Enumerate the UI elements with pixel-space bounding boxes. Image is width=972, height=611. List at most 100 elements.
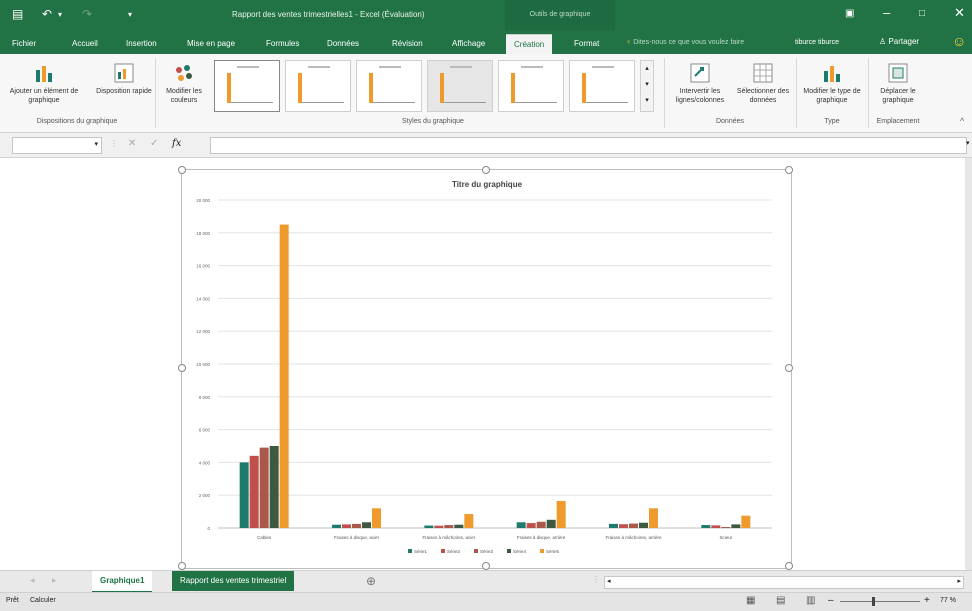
bar[interactable] [701,525,711,528]
bar[interactable] [444,525,454,528]
tab-file[interactable]: Fichier [12,39,36,48]
bar[interactable] [721,527,731,528]
bar[interactable] [731,524,741,528]
resize-handle[interactable] [178,364,186,372]
chart-title[interactable]: Titre du graphique [452,180,523,189]
change-chart-type-button[interactable]: Modifier le type de graphique [800,62,864,105]
bar[interactable] [741,515,751,528]
bar[interactable] [269,446,279,528]
bar[interactable] [609,523,618,528]
maximize-icon[interactable]: □ [919,8,925,19]
page-layout-view-icon[interactable]: ▤ [776,595,785,606]
close-icon[interactable]: ✕ [954,5,965,21]
change-colors-button[interactable]: Modifier les couleurs [158,62,210,105]
scroll-left-icon[interactable]: ◂ [30,575,35,586]
insert-function-icon[interactable]: fx [172,138,181,149]
normal-view-icon[interactable]: ▦ [746,595,755,606]
styles-gallery-scroll[interactable]: ▴ ▾ ▾ [640,60,654,112]
tab-view[interactable]: Affichage [452,39,485,48]
bar[interactable] [259,447,269,528]
bar[interactable] [619,524,628,528]
resize-handle[interactable] [785,562,793,570]
chart-style-5[interactable] [498,60,564,112]
bar[interactable] [352,523,361,528]
bar[interactable] [556,500,566,528]
bar[interactable] [362,522,371,528]
expand-formula-icon[interactable]: ▾ [966,139,970,147]
namebox-dropdown-icon[interactable]: ▾ [94,140,98,148]
chart-style-2[interactable] [285,60,351,112]
share-button[interactable]: ♙ Partager [875,35,923,48]
vertical-scrollbar[interactable] [965,158,972,570]
undo-icon[interactable]: ↶ [42,7,52,21]
move-chart-button[interactable]: Déplacer le graphique [872,62,924,105]
tab-home[interactable]: Accueil [72,39,98,48]
bar[interactable] [279,224,289,528]
bar[interactable] [649,508,658,528]
customize-qat-icon[interactable]: ▾ [128,10,132,19]
bar[interactable] [424,525,434,528]
formula-input[interactable] [210,137,967,154]
chart-style-6[interactable] [569,60,635,112]
page-break-view-icon[interactable]: ▥ [806,595,815,606]
hscroll-right-icon[interactable]: ▸ [957,577,961,585]
bar[interactable] [516,522,526,528]
ribbon-display-icon[interactable]: ▣ [845,8,854,19]
resize-handle[interactable] [178,562,186,570]
scroll-right-icon[interactable]: ▸ [52,575,57,586]
resize-handle[interactable] [785,166,793,174]
quick-layout-button[interactable]: Disposition rapide [96,62,152,96]
select-data-button[interactable]: Sélectionner des données [734,62,792,105]
legend-label[interactable]: Série4 [513,549,527,554]
bar[interactable] [536,521,546,528]
tab-split-icon[interactable]: ⋮ [592,575,600,584]
undo-dropdown-icon[interactable]: ▾ [58,10,62,19]
bar[interactable] [342,524,351,528]
bar[interactable] [239,462,249,528]
legend-label[interactable]: Série2 [447,549,461,554]
collapse-ribbon-icon[interactable]: ^ [960,116,964,126]
chart-area[interactable]: Titre du graphique 0 2 000 4 000 6 000 8 000… [178,166,793,570]
resize-handle[interactable] [482,562,490,570]
zoom-slider[interactable] [840,601,920,602]
add-chart-element-button[interactable]: Ajouter un élément de graphique [2,62,86,105]
add-sheet-icon[interactable]: ⊕ [366,574,376,588]
switch-row-column-button[interactable]: Intervertir les lignes/colonnes [668,62,732,105]
chart-style-4[interactable] [427,60,493,112]
bar[interactable] [629,523,638,528]
tab-insert[interactable]: Insertion [126,39,157,48]
sheet-tab-rapport[interactable]: Rapport des ventes trimestriel [172,571,295,591]
horizontal-scrollbar[interactable]: ◂ ▸ [604,576,964,589]
save-icon[interactable]: ▤ [12,7,23,21]
tab-review[interactable]: Révision [392,39,423,48]
bar[interactable] [639,522,648,528]
bar[interactable] [332,524,341,528]
name-box[interactable]: ▾ [12,137,102,154]
tab-data[interactable]: Données [327,39,359,48]
bar[interactable] [711,525,721,528]
sheet-tab-graphique1[interactable]: Graphique1 [92,571,153,593]
chart-style-1[interactable] [214,60,280,112]
legend-label[interactable]: Série3 [480,549,494,554]
resize-handle[interactable] [785,364,793,372]
minimize-icon[interactable]: – [883,5,890,20]
legend-label[interactable]: Série5 [546,549,560,554]
bar[interactable] [546,519,556,528]
bar[interactable] [454,524,464,528]
bar[interactable] [464,514,474,528]
bar[interactable] [434,525,444,528]
zoom-slider-thumb[interactable] [872,597,875,606]
zoom-in-icon[interactable]: + [924,595,930,606]
tab-formulas[interactable]: Formules [266,39,299,48]
tab-format[interactable]: Format [574,39,599,48]
resize-handle[interactable] [178,166,186,174]
legend-label[interactable]: Série1 [414,549,428,554]
feedback-smiley-icon[interactable]: ☺ [952,33,966,49]
tell-me-search[interactable]: ♀ Dites-nous ce que vous voulez faire [626,39,744,46]
bar[interactable] [372,508,381,528]
bar[interactable] [526,523,536,528]
zoom-level[interactable]: 77 % [940,597,956,604]
zoom-out-icon[interactable]: – [828,595,834,606]
bar[interactable] [249,455,259,528]
chart-style-3[interactable] [356,60,422,112]
